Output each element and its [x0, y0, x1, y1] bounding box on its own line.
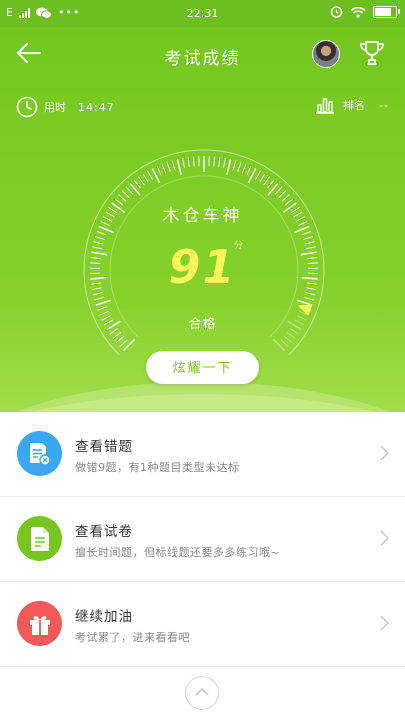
action-list: 查看错题 做错9题，有1种题目类型未达标 查看试卷 擅长时间题，但标线题还要多多…: [0, 412, 405, 667]
gauge-tick: [138, 176, 145, 186]
ranking-label: 排名: [343, 99, 366, 112]
status-right: [330, 5, 400, 18]
page-title: 考试成绩: [164, 49, 241, 69]
gauge-tick: [267, 179, 275, 189]
gauge-tick: [93, 296, 104, 301]
gauge-tick: [97, 306, 107, 311]
bar-chart-icon: [316, 98, 335, 114]
gauge-tick: [247, 168, 257, 184]
gauge-tick: [171, 160, 176, 171]
gauge-tick: [161, 163, 167, 174]
gauge-tick: [119, 339, 128, 348]
list-item-exam-paper[interactable]: 查看试卷 擅长时间题，但标线题还要多多练习哦~: [0, 497, 405, 582]
wifi-icon: [350, 6, 366, 18]
result-title: 木仓车神: [162, 206, 243, 226]
scroll-up-button[interactable]: [185, 676, 219, 710]
gauge-tick: [95, 299, 112, 306]
gauge-tick: [115, 335, 125, 344]
list-item-title: 查看试卷: [75, 524, 133, 540]
gauge-tick: [187, 157, 190, 168]
gift-icon: [17, 601, 62, 646]
score-unit: 分: [234, 241, 244, 251]
list-item-subtitle: 擅长时间题，但标线题还要多多练习哦~: [75, 546, 281, 559]
chevron-right-icon: [380, 445, 389, 461]
share-button[interactable]: 炫耀一下: [146, 351, 259, 384]
wrong-questions-icon: [17, 431, 62, 476]
gauge-tick: [280, 339, 289, 348]
gauge-tick: [263, 176, 270, 186]
gauge-tick: [182, 157, 186, 168]
alarm-icon: [330, 6, 343, 18]
gauge-tick: [125, 186, 134, 195]
gauge-tick: [176, 158, 182, 175]
list-item-title: 继续加油: [75, 609, 133, 625]
chevron-right-icon: [380, 615, 389, 631]
status-bar: E ••• 22:31: [0, 0, 405, 27]
pass-status: 合格: [188, 317, 217, 332]
gauge-tick: [246, 165, 252, 176]
gauge-tick: [121, 190, 130, 198]
time-used: 用时 14:47: [16, 96, 115, 118]
gauge-tick: [241, 163, 247, 174]
gauge-tick: [151, 168, 161, 184]
trophy-icon[interactable]: [357, 38, 387, 68]
gauge-tick: [304, 296, 315, 301]
exam-paper-icon: [17, 516, 62, 561]
time-used-value: 14:47: [78, 100, 115, 114]
gauge-tick: [286, 332, 296, 339]
gauge-tick: [133, 179, 141, 189]
gauge-tick: [166, 161, 171, 172]
chevron-up-icon: [195, 687, 209, 696]
gauge-tick: [272, 338, 286, 352]
gauge-tick: [259, 173, 266, 183]
gauge-tick: [296, 299, 313, 306]
gauge-tick: [222, 157, 226, 168]
ranking: 排名 --: [315, 96, 389, 114]
score-value: 91: [168, 240, 237, 294]
chevron-right-icon: [380, 530, 389, 546]
gauge-tick: [147, 170, 153, 180]
ranking-value: --: [379, 98, 389, 112]
list-item-keep-going[interactable]: 继续加油 考试累了，进来看看吧: [0, 582, 405, 667]
clock-icon: [16, 96, 38, 118]
score-display: 91: [0, 240, 405, 294]
list-item-title: 查看错题: [75, 439, 133, 455]
gauge-tick: [94, 236, 105, 240]
gauge-tick: [192, 156, 195, 167]
gauge-tick: [213, 156, 216, 167]
gauge-tick: [232, 160, 237, 171]
gauge-tick: [122, 338, 136, 352]
time-used-label: 用时: [44, 101, 66, 114]
user-avatar[interactable]: [312, 40, 340, 68]
gauge-tick: [294, 225, 310, 234]
gauge-tick: [301, 230, 312, 236]
gauge-tick: [156, 165, 162, 176]
gauge-tick: [142, 173, 149, 183]
gauge-tick: [255, 170, 261, 180]
gauge-tick: [226, 158, 232, 175]
gauge-tick: [278, 190, 287, 198]
list-item-wrong-questions[interactable]: 查看错题 做错9题，有1种题目类型未达标: [0, 412, 405, 497]
gauge-tick: [303, 236, 314, 240]
gauge-tick: [98, 225, 114, 234]
gauge-tick: [237, 161, 242, 172]
gauge-tick: [283, 335, 293, 344]
gauge-tick: [112, 332, 122, 339]
gauge-tick: [274, 186, 283, 195]
list-item-subtitle: 做错9题，有1种题目类型未达标: [75, 461, 240, 474]
battery-icon: [373, 5, 400, 18]
gauge-tick: [96, 230, 107, 236]
list-item-subtitle: 考试累了，进来看看吧: [75, 631, 190, 644]
gauge-tick: [218, 157, 221, 168]
